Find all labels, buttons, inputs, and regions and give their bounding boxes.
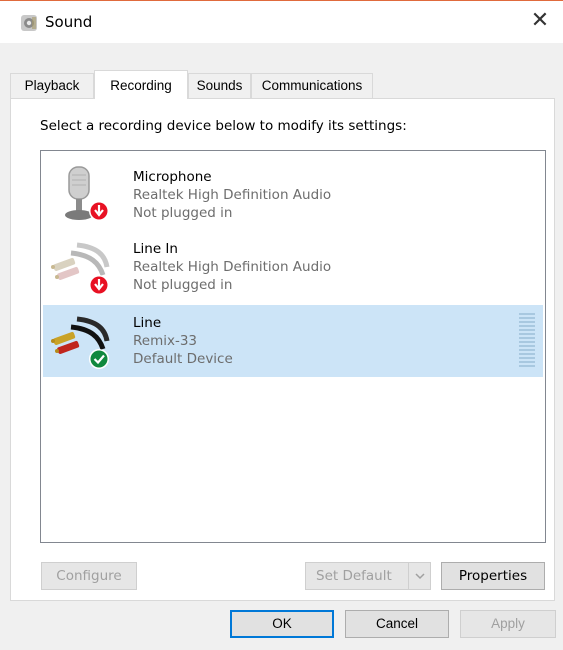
device-driver: Realtek High Definition Audio bbox=[133, 259, 332, 275]
device-status: Default Device bbox=[133, 351, 233, 367]
window-title: Sound bbox=[45, 13, 93, 31]
device-row-line[interactable]: Line Remix-33 Default Device bbox=[43, 305, 543, 377]
chevron-down-icon[interactable] bbox=[408, 563, 430, 589]
cancel-button[interactable]: Cancel bbox=[345, 610, 449, 638]
configure-button[interactable]: Configure bbox=[41, 562, 137, 590]
sound-dialog: Sound ✕ Playback Recording Sounds Commun… bbox=[0, 0, 563, 650]
recording-device-list[interactable]: Microphone Realtek High Definition Audio… bbox=[40, 150, 546, 543]
device-name: Line bbox=[133, 315, 162, 331]
device-name: Microphone bbox=[133, 169, 212, 185]
device-row-line-in[interactable]: Line In Realtek High Definition Audio No… bbox=[43, 231, 543, 303]
rca-cable-icon bbox=[51, 316, 110, 369]
tab-playback[interactable]: Playback bbox=[10, 73, 94, 98]
tab-recording[interactable]: Recording bbox=[94, 70, 188, 99]
instruction-text: Select a recording device below to modif… bbox=[40, 118, 407, 134]
title-bar[interactable]: Sound ✕ bbox=[0, 1, 563, 43]
close-button[interactable]: ✕ bbox=[517, 1, 563, 43]
recording-tab-panel: Select a recording device below to modif… bbox=[10, 98, 555, 601]
device-driver: Realtek High Definition Audio bbox=[133, 187, 332, 203]
close-icon: ✕ bbox=[530, 8, 550, 33]
properties-button[interactable]: Properties bbox=[441, 562, 545, 590]
speaker-icon bbox=[21, 15, 37, 31]
unplugged-icon bbox=[89, 275, 109, 295]
rca-cable-icon bbox=[51, 242, 110, 295]
tab-sounds[interactable]: Sounds bbox=[188, 73, 251, 98]
tab-communications[interactable]: Communications bbox=[251, 73, 373, 98]
set-default-label: Set Default bbox=[316, 568, 392, 584]
device-name: Line In bbox=[133, 241, 178, 257]
default-check-icon bbox=[89, 349, 109, 369]
apply-button[interactable]: Apply bbox=[460, 610, 556, 638]
device-driver: Remix-33 bbox=[133, 333, 198, 349]
microphone-icon bbox=[65, 166, 109, 221]
set-default-button[interactable]: Set Default bbox=[305, 562, 431, 590]
level-meter bbox=[519, 313, 535, 369]
device-row-microphone[interactable]: Microphone Realtek High Definition Audio… bbox=[43, 159, 543, 231]
device-status: Not plugged in bbox=[133, 277, 233, 293]
device-status: Not plugged in bbox=[133, 205, 233, 221]
ok-button[interactable]: OK bbox=[230, 610, 334, 638]
unplugged-icon bbox=[89, 201, 109, 221]
